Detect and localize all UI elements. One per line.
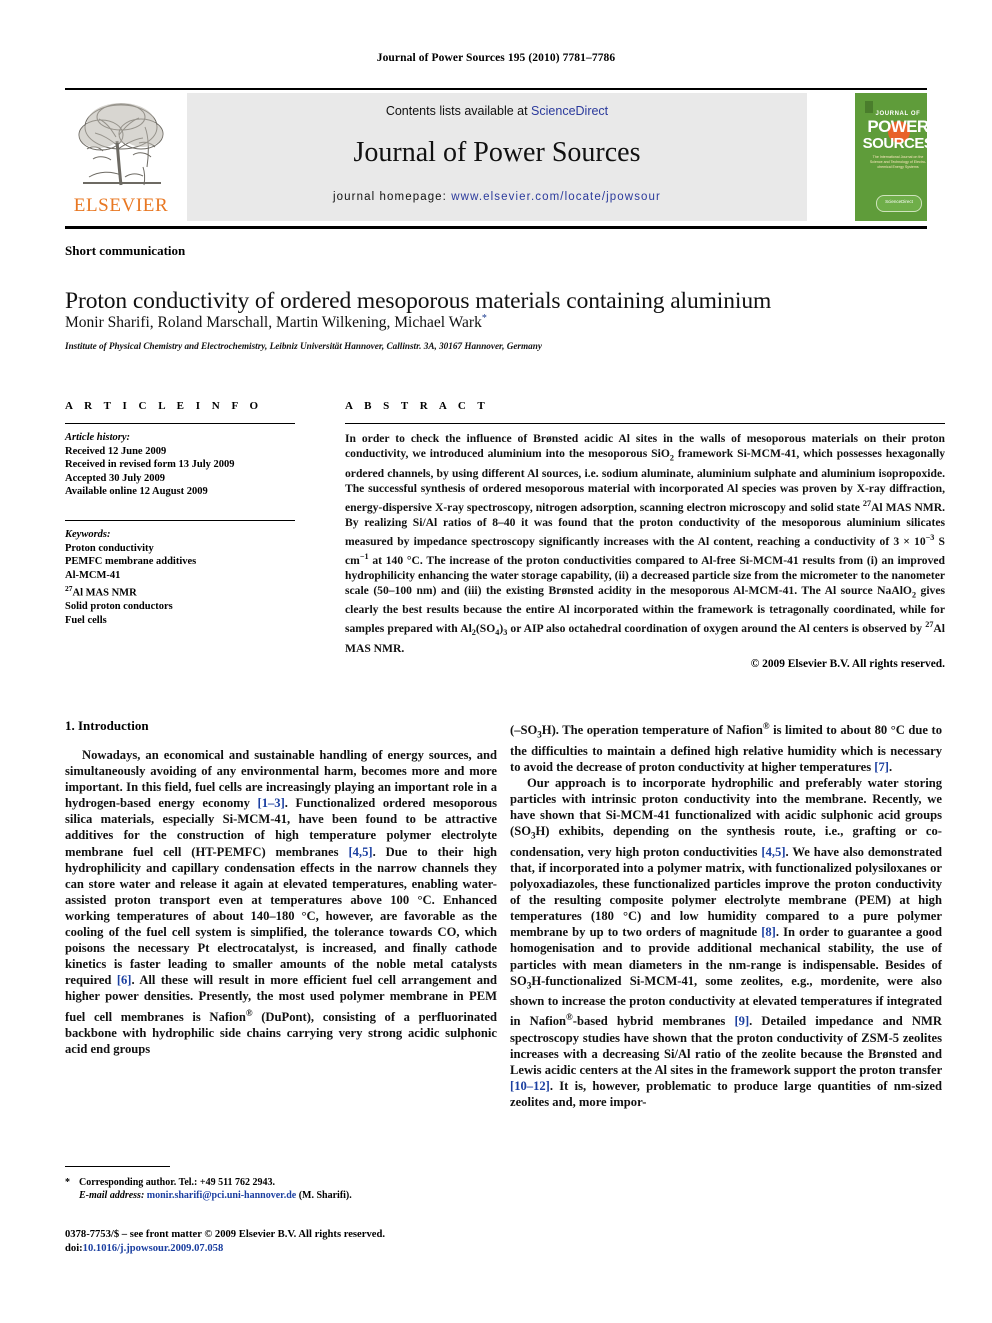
author-names: Monir Sharifi, Roland Marschall, Martin … [65, 314, 482, 332]
doi-link[interactable]: 10.1016/j.jpowsour.2009.07.058 [83, 1243, 224, 1254]
footnote-marker: * [65, 1177, 70, 1188]
text-seg: . It is, however, problematic to produce… [510, 1078, 942, 1109]
corresponding-author-note: * Corresponding author. Tel.: +49 511 762… [65, 1176, 497, 1189]
email-label: E-mail address: [79, 1190, 145, 1202]
text-seg: -based hybrid membranes [572, 1014, 735, 1029]
history-item: Accepted 30 July 2009 [65, 472, 166, 484]
registered-mark: ® [245, 1007, 253, 1018]
keywords-label: Keywords: [65, 528, 111, 540]
issn-copyright-line: 0378-7753/$ – see front matter © 2009 El… [65, 1229, 385, 1240]
abstract-copyright: © 2009 Elsevier B.V. All rights reserved… [750, 657, 945, 670]
keyword-nmr-superscript: 27 [65, 584, 73, 594]
article-info-column: A R T I C L E I N F O Article history: R… [65, 400, 295, 628]
registered-mark: ® [566, 1012, 573, 1023]
footnote-text: Corresponding author. Tel.: +49 511 762 … [79, 1177, 276, 1188]
article-info-rule [65, 423, 295, 424]
doi-prefix: doi: [65, 1243, 83, 1254]
journal-cover-thumbnail[interactable]: JOURNAL OF POWER SOURCES The Internation… [855, 93, 927, 221]
citation-ref[interactable]: [6] [117, 973, 132, 987]
abstract-text: In order to check the influence of Brøns… [345, 431, 945, 656]
running-head: Journal of Power Sources 195 (2010) 7781… [376, 52, 616, 64]
citation-ref[interactable]: [1–3] [258, 796, 285, 810]
abstract-sup: −1 [359, 551, 369, 561]
keywords-block: Keywords: Proton conductivity PEMFC memb… [65, 528, 295, 628]
cover-subtitle: The International Journal on the Science… [869, 155, 927, 169]
abstract-sup: 27 [862, 498, 872, 508]
citation-ref[interactable]: [7] [874, 760, 889, 774]
abstract-column: A B S T R A C T In order to check the in… [345, 400, 945, 670]
citation-ref[interactable]: [4,5] [761, 845, 785, 859]
article-info-heading: A R T I C L E I N F O [65, 400, 263, 412]
paragraph: Nowadays, an economical and sustainable … [65, 747, 497, 1057]
paragraph: (–SO3H). The operation temperature of Na… [510, 718, 942, 775]
email-link[interactable]: monir.sharifi@pci.uni-hannover.de [147, 1190, 296, 1201]
elsevier-wordmark: ELSEVIER [73, 195, 169, 216]
journal-title: Journal of Power Sources [353, 137, 641, 168]
footnote-rule [65, 1166, 170, 1167]
paragraph: Our approach is to incorporate hydrophil… [510, 775, 942, 1110]
affiliation: Institute of Physical Chemistry and Elec… [65, 341, 542, 351]
history-item: Received in revised form 13 July 2009 [65, 459, 235, 471]
keyword-item: Solid proton conductors [65, 601, 173, 613]
abstract-seg: at 140 °C. The increase of the proton co… [345, 553, 945, 597]
body-column-right: (–SO3H). The operation temperature of Na… [510, 718, 942, 1110]
keywords-rule [65, 519, 295, 521]
corresponding-author-marker: * [481, 313, 487, 324]
masthead-rule-top [65, 88, 927, 90]
imprint-block: 0378-7753/$ – see front matter © 2009 El… [65, 1228, 525, 1256]
author-list: Monir Sharifi, Roland Marschall, Martin … [65, 313, 945, 332]
keyword-item: Proton conductivity [65, 542, 154, 554]
abstract-rule [345, 423, 945, 424]
doi-line: doi:10.1016/j.jpowsour.2009.07.058 [65, 1242, 525, 1256]
section-heading-introduction: 1. Introduction [65, 718, 149, 733]
abstract-heading: A B S T R A C T [345, 400, 490, 412]
keyword-item: PEMFC membrane additives [65, 556, 197, 568]
sciencedirect-link[interactable]: ScienceDirect [531, 104, 608, 118]
text-seg: (–SO [510, 723, 538, 738]
cover-artwork: JOURNAL OF POWER SOURCES The Internation… [862, 97, 927, 217]
cover-sciencedirect-badge: ScienceDirect [876, 195, 922, 212]
cover-badge-label: ScienceDirect [885, 199, 913, 204]
masthead-rule-bottom [65, 226, 927, 229]
page-title: Proton conductivity of ordered mesoporou… [65, 287, 772, 314]
email-note: E-mail address: monir.sharifi@pci.uni-ha… [65, 1189, 497, 1202]
journal-homepage-link[interactable]: www.elsevier.com/locate/jpowsour [451, 191, 661, 203]
journal-article-page: Journal of Power Sources 195 (2010) 7781… [0, 0, 992, 1323]
registered-mark: ® [762, 721, 770, 731]
elsevier-logo: ELSEVIER [65, 93, 177, 221]
contents-prefix: Contents lists available at [385, 104, 532, 118]
journal-homepage-line: journal homepage: www.elsevier.com/locat… [187, 191, 807, 203]
text-seg: . [888, 759, 893, 774]
keyword-nmr-text: Al MAS NMR [72, 587, 137, 599]
journal-header-band: Contents lists available at ScienceDirec… [187, 93, 807, 221]
abstract-seg: or AIP also octahedral coordination of o… [507, 622, 926, 636]
keyword-item: Fuel cells [65, 615, 107, 627]
cover-power-text: POWER [867, 117, 927, 136]
keyword-item: Al-MCM-41 [65, 569, 121, 581]
journal-masthead: ELSEVIER Contents lists available at Sci… [65, 93, 927, 221]
citation-ref[interactable]: [4,5] [348, 845, 372, 859]
article-category: Short communication [65, 243, 186, 258]
history-item: Received 12 June 2009 [65, 445, 167, 457]
keyword-item-nmr: 27Al MAS NMR [65, 582, 295, 600]
citation-ref[interactable]: [10–12] [510, 1079, 550, 1093]
homepage-prefix: journal homepage: [333, 191, 452, 203]
history-item: Available online 12 August 2009 [65, 486, 208, 498]
contents-available-line: Contents lists available at ScienceDirec… [187, 104, 807, 118]
abstract-seg: (SO [475, 622, 496, 636]
article-history-block: Article history: Received 12 June 2009 R… [65, 431, 295, 499]
elsevier-tree-icon [78, 103, 164, 186]
article-history-label: Article history: [65, 432, 131, 443]
citation-ref[interactable]: [8] [761, 925, 776, 939]
text-seg: . Due to their high hydrophilicity and c… [65, 844, 498, 988]
body-column-left: 1. Introduction Nowadays, an economical … [65, 718, 497, 1057]
email-suffix: (M. Sharifi). [296, 1190, 352, 1202]
citation-ref[interactable]: [9] [734, 1015, 749, 1029]
footnote-block: * Corresponding author. Tel.: +49 511 762… [65, 1176, 497, 1202]
cover-sources-text: SOURCES [862, 135, 927, 152]
text-seg: H). The operation temperature of Nafion [541, 723, 763, 738]
